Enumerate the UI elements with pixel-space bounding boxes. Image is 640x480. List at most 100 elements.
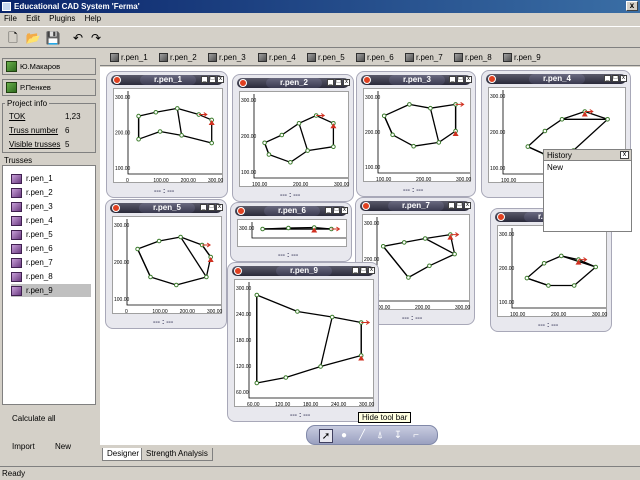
truss-node[interactable]: [266, 152, 272, 157]
truss-node[interactable]: [305, 148, 310, 153]
truss-drawing[interactable]: 300.00 200.00 100.00 100.00 200.00 300.00: [240, 92, 350, 188]
support-tool-icon[interactable]: ⍋: [373, 429, 387, 443]
close-icon[interactable]: x: [464, 202, 471, 209]
truss-plot[interactable]: 300.00 200.00 100.00 100.00 200.00 300.00: [497, 225, 608, 318]
menu-plugins[interactable]: Plugins: [45, 13, 78, 23]
redo-icon[interactable]: ↷: [88, 30, 104, 46]
close-icon[interactable]: x: [341, 207, 348, 214]
maximize-icon[interactable]: □: [333, 207, 340, 214]
list-item[interactable]: r.pen_6: [11, 242, 91, 255]
user-item[interactable]: Р.Пенкев: [2, 79, 96, 96]
truss-node[interactable]: [542, 128, 548, 134]
close-icon[interactable]: x: [343, 79, 350, 86]
pointer-tool-icon[interactable]: ➚: [319, 429, 333, 443]
truss-node[interactable]: [179, 133, 184, 138]
maximize-icon[interactable]: □: [209, 76, 216, 83]
truss-list[interactable]: r.pen_1 r.pen_2 r.pen_3 r.pen_4 r.pen_5 …: [2, 165, 96, 405]
truss-node[interactable]: [452, 251, 457, 257]
list-item[interactable]: r.pen_2: [11, 186, 91, 199]
truss-node[interactable]: [204, 274, 209, 280]
truss-node[interactable]: [525, 144, 531, 149]
truss-node[interactable]: [175, 106, 180, 111]
truss-window[interactable]: r.pen_3 _ □ x 300.00 200.00 100.00 100.00 200.00…: [356, 71, 476, 197]
truss-node[interactable]: [174, 282, 179, 288]
truss-node[interactable]: [407, 102, 412, 107]
list-item[interactable]: r.pen_1: [11, 172, 91, 185]
truss-node[interactable]: [390, 132, 395, 138]
truss-node[interactable]: [260, 226, 265, 232]
truss-node[interactable]: [329, 314, 335, 320]
maximize-icon[interactable]: □: [208, 204, 215, 211]
truss-node[interactable]: [148, 274, 153, 280]
minimize-icon[interactable]: _: [327, 79, 334, 86]
truss-node[interactable]: [605, 117, 610, 122]
tab-r-pen-5[interactable]: r.pen_5: [307, 51, 345, 64]
truss-drawing[interactable]: 300.00 200.00 100.00 0 100.00 200.00 300.00: [113, 217, 223, 315]
truss-node[interactable]: [279, 132, 285, 138]
minimize-icon[interactable]: _: [352, 267, 359, 274]
node-tool-icon[interactable]: ●: [337, 429, 351, 443]
minimize-icon[interactable]: _: [604, 75, 611, 82]
tab-r-pen-9[interactable]: r.pen_9: [503, 51, 541, 64]
truss-plot[interactable]: 300.00: [237, 219, 347, 247]
calculate-all-button[interactable]: Calculate all: [12, 414, 56, 423]
truss-plot[interactable]: 300.00 200.00 100.00 0 100.00 200.00 300.00: [112, 216, 223, 315]
truss-node[interactable]: [524, 275, 530, 281]
truss-node[interactable]: [428, 105, 433, 111]
tab-r-pen-8[interactable]: r.pen_8: [454, 51, 492, 64]
truss-node[interactable]: [411, 143, 416, 149]
minimize-icon[interactable]: _: [448, 202, 455, 209]
maximize-icon[interactable]: □: [360, 267, 367, 274]
truss-node[interactable]: [254, 292, 260, 298]
list-item[interactable]: r.pen_7: [11, 256, 91, 269]
truss-node[interactable]: [156, 238, 162, 244]
truss-node[interactable]: [380, 244, 386, 249]
truss-node[interactable]: [427, 263, 432, 269]
tab-designer[interactable]: Designer: [102, 448, 145, 461]
truss-node[interactable]: [262, 140, 267, 146]
truss-node[interactable]: [546, 283, 551, 288]
menu-edit[interactable]: Edit: [22, 13, 43, 23]
maximize-icon[interactable]: □: [335, 79, 342, 86]
close-icon[interactable]: x: [620, 75, 627, 82]
visible-trusses-link[interactable]: Visible trusses: [9, 140, 60, 149]
menu-file[interactable]: File: [0, 13, 20, 23]
new-button[interactable]: New: [55, 442, 71, 451]
truss-plot[interactable]: 300.00 200.00 100.00 100.00 200.00 300.00: [363, 88, 472, 183]
truss-plot[interactable]: 300.00 200.00 100.00 0 100.00 200.00 300.00: [113, 88, 224, 184]
user-item[interactable]: Ю.Макаров: [2, 58, 96, 75]
truss-node[interactable]: [157, 129, 163, 134]
undo-icon[interactable]: ↶: [70, 30, 86, 46]
truss-node[interactable]: [436, 140, 442, 145]
truss-window[interactable]: r.pen_9 _ □ x 300.00 240.00 180.00 120.00 60.00 6…: [227, 262, 379, 422]
truss-node[interactable]: [135, 246, 140, 252]
truss-node[interactable]: [559, 253, 564, 259]
truss-node[interactable]: [401, 240, 407, 245]
tab-r-pen-2[interactable]: r.pen_2: [159, 51, 197, 64]
close-icon[interactable]: x: [216, 204, 223, 211]
bar-tool-icon[interactable]: ╱: [355, 429, 369, 443]
truss-node[interactable]: [422, 236, 428, 241]
truss-node[interactable]: [286, 225, 291, 231]
list-item[interactable]: r.pen_5: [11, 228, 91, 241]
truss-node[interactable]: [283, 375, 289, 380]
close-icon[interactable]: x: [465, 76, 472, 83]
truss-window[interactable]: r.pen_5 _ □ x 300.00 200.00 100.00 0 100.00 200.0…: [105, 199, 227, 329]
truss-node[interactable]: [331, 144, 336, 150]
open-folder-icon[interactable]: 📂: [25, 30, 41, 46]
tab-r-pen-3[interactable]: r.pen_3: [208, 51, 246, 64]
list-item-selected[interactable]: r.pen_9: [11, 284, 91, 297]
close-icon[interactable]: x: [368, 267, 375, 274]
truss-node[interactable]: [559, 117, 565, 122]
tab-strength-analysis[interactable]: Strength Analysis: [141, 448, 213, 461]
list-item[interactable]: r.pen_3: [11, 200, 91, 213]
truss-node[interactable]: [136, 113, 141, 119]
truss-node[interactable]: [593, 264, 598, 270]
tab-r-pen-7[interactable]: r.pen_7: [405, 51, 443, 64]
truss-node[interactable]: [541, 261, 547, 266]
truss-node[interactable]: [406, 275, 411, 280]
close-window-button[interactable]: x: [626, 1, 638, 11]
tok-link[interactable]: TOK: [9, 112, 25, 121]
truss-drawing[interactable]: 300.00 200.00 100.00 0 100.00 200.00 300.00: [114, 89, 224, 184]
truss-node[interactable]: [381, 113, 387, 119]
